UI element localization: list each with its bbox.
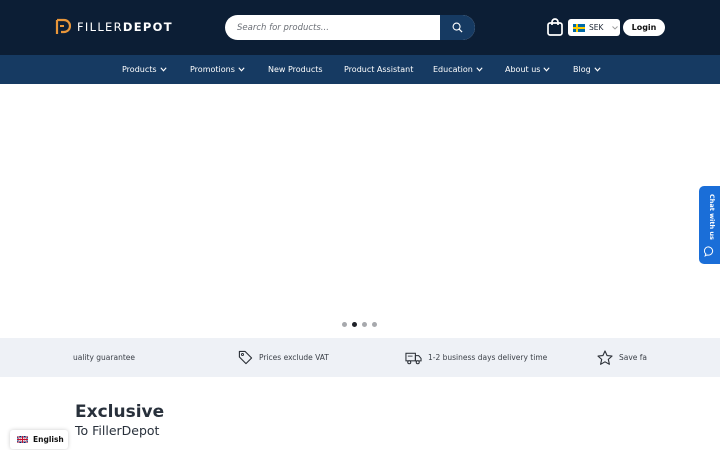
nav-item-label: Products [122, 65, 157, 74]
chevron-down-icon [543, 67, 551, 72]
usp-item-save: Save fa [597, 338, 647, 377]
logo-text: FILLERDEPOT [77, 20, 173, 34]
nav-item-products[interactable]: Products [122, 55, 167, 84]
chevron-down-icon [159, 67, 167, 72]
carousel-pagination [342, 322, 377, 327]
nav-item-label: Blog [573, 65, 591, 74]
chevron-down-icon [594, 67, 601, 72]
nav-item-label: New Products [268, 65, 323, 74]
language-selector[interactable]: English [10, 430, 68, 449]
uk-flag-icon [17, 436, 28, 443]
exclusive-heading: Exclusive [75, 402, 165, 422]
nav-item-product-assistant[interactable]: Product Assistant [344, 55, 413, 84]
usp-text: Save fa [619, 353, 648, 362]
logo-mark-icon [55, 18, 71, 34]
usp-text: uality guarantee [73, 353, 135, 362]
carousel-dot[interactable] [362, 322, 367, 327]
carousel-dot[interactable] [342, 322, 347, 327]
usp-text: 1-2 business days delivery time [428, 353, 548, 362]
nav-item-new-products[interactable]: New Products [268, 55, 323, 84]
usp-strip: uality guarantee Prices exclude VAT 1-2 … [0, 338, 720, 377]
search-icon [452, 22, 463, 33]
usp-text: Prices exclude VAT [259, 353, 329, 362]
search-bar [225, 15, 475, 40]
search-input[interactable] [225, 15, 440, 40]
truck-icon [405, 352, 422, 364]
nav-item-education[interactable]: Education [433, 55, 483, 84]
usp-item-delivery: 1-2 business days delivery time [405, 338, 547, 377]
hero-carousel [0, 84, 720, 338]
top-header: FILLERDEPOT SEK Login [0, 0, 720, 55]
carousel-dot-active[interactable] [352, 322, 357, 327]
star-icon [597, 349, 613, 365]
carousel-dot[interactable] [372, 322, 377, 327]
main-navigation: Products Promotions New Products Product… [0, 55, 720, 84]
chevron-down-icon [612, 25, 619, 30]
nav-item-label: About us [505, 65, 541, 74]
filler-depot-logo[interactable]: FILLERDEPOT [55, 17, 173, 37]
sweden-flag-icon [573, 23, 585, 32]
login-button[interactable]: Login [623, 19, 665, 36]
nav-item-promotions[interactable]: Promotions [190, 55, 245, 84]
usp-item-vat: Prices exclude VAT [238, 338, 329, 377]
nav-item-label: Education [433, 65, 473, 74]
currency-label: SEK [589, 23, 604, 32]
nav-item-blog[interactable]: Blog [573, 55, 601, 84]
shopping-bag-icon[interactable] [546, 17, 564, 37]
currency-selector[interactable]: SEK [568, 19, 620, 36]
search-button[interactable] [440, 15, 475, 40]
usp-item-quality: uality guarantee [73, 338, 135, 377]
nav-item-about-us[interactable]: About us [505, 55, 551, 84]
chevron-down-icon [238, 67, 245, 72]
tag-icon [238, 350, 253, 365]
language-label: English [33, 435, 64, 444]
chat-bubble-icon [704, 246, 714, 257]
exclusive-subheading: To FillerDepot [75, 423, 160, 438]
chevron-down-icon [476, 67, 483, 72]
nav-item-label: Promotions [190, 65, 235, 74]
chat-label: Chat with us [708, 194, 716, 240]
nav-item-label: Product Assistant [344, 65, 414, 74]
chat-widget-button[interactable]: Chat with us [699, 186, 720, 264]
